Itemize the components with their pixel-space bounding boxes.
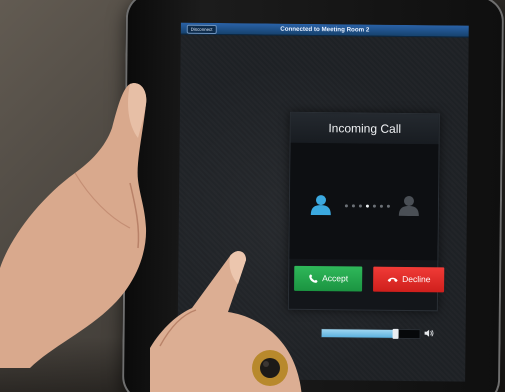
volume-control[interactable] bbox=[320, 326, 439, 340]
connection-progress-dots bbox=[344, 204, 395, 209]
progress-dot bbox=[372, 204, 376, 208]
volume-slider-fill bbox=[321, 329, 396, 338]
connection-title: Connected to Meeting Room 2 bbox=[280, 25, 370, 34]
progress-dot bbox=[358, 204, 362, 208]
hangup-icon bbox=[387, 277, 398, 283]
call-header: Incoming Call bbox=[290, 112, 439, 145]
decline-button[interactable]: Decline bbox=[373, 266, 445, 293]
volume-slider-knob[interactable] bbox=[392, 328, 399, 339]
progress-dot bbox=[365, 204, 369, 208]
photo-scene: Disconnect Connected to Meeting Room 2 I… bbox=[0, 0, 505, 392]
progress-dot bbox=[344, 204, 348, 208]
progress-dot bbox=[351, 204, 355, 208]
left-hand bbox=[0, 83, 147, 368]
disconnect-button[interactable]: Disconnect bbox=[186, 24, 217, 34]
progress-dot bbox=[386, 204, 390, 208]
decline-label: Decline bbox=[402, 273, 431, 285]
callee-person-icon bbox=[398, 196, 419, 217]
progress-dot bbox=[379, 204, 383, 208]
accept-label: Accept bbox=[322, 273, 349, 284]
right-hand bbox=[150, 251, 302, 392]
volume-slider-track[interactable] bbox=[320, 328, 421, 340]
speaker-icon[interactable] bbox=[424, 328, 434, 338]
caller-person-icon bbox=[310, 195, 331, 216]
